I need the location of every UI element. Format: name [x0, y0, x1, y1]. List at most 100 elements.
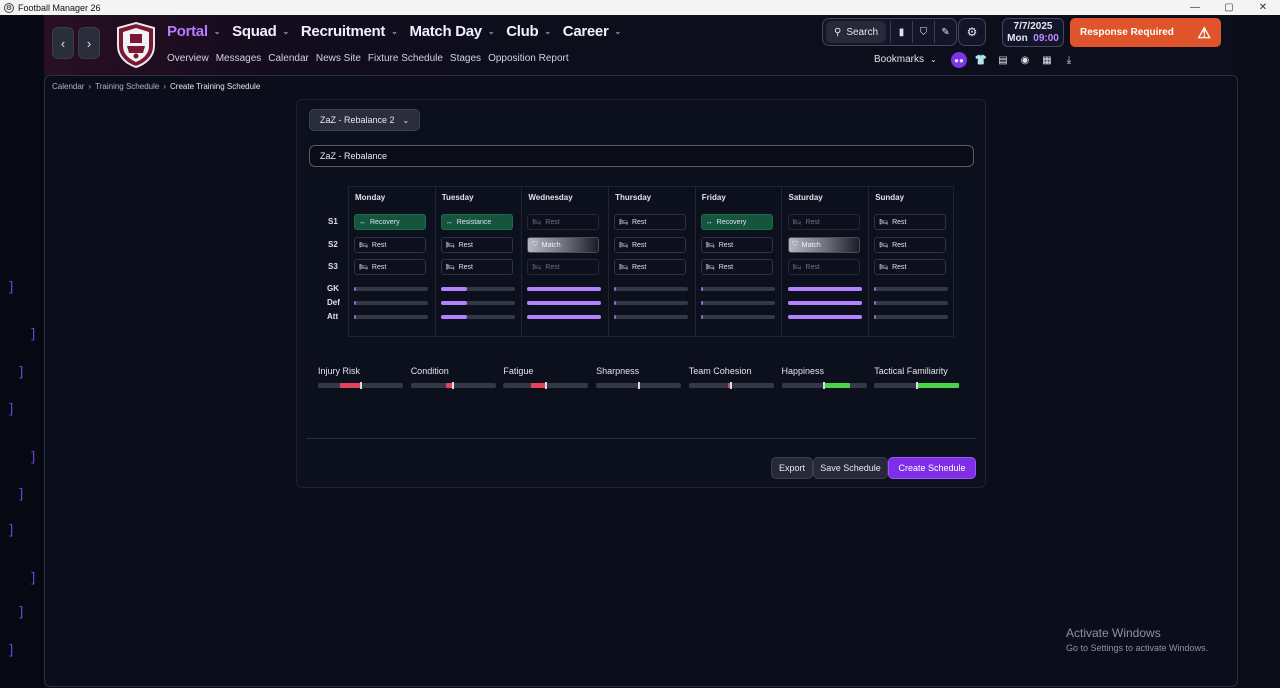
- day-label: Monday: [355, 193, 386, 202]
- session-slot[interactable]: 🛏 Rest: [787, 259, 860, 275]
- maximize-icon[interactable]: ▢: [1212, 2, 1246, 13]
- load-bar: [787, 301, 862, 305]
- session-slot[interactable]: 🛏 Rest: [700, 237, 773, 253]
- session-label: Rest: [631, 263, 647, 271]
- session-slot[interactable]: ↔ Recovery: [354, 214, 426, 230]
- chat-icon[interactable]: ●●: [951, 52, 967, 68]
- clipboard-icon[interactable]: ▤: [995, 52, 1011, 68]
- session-slot[interactable]: ↔ Resistance: [440, 214, 513, 230]
- bookmarks-dropdown[interactable]: Bookmarks ⌄: [874, 54, 937, 65]
- subnav-overview[interactable]: Overview: [167, 53, 209, 64]
- breadcrumb-calendar[interactable]: Calendar: [52, 82, 84, 91]
- session-label: Rest: [892, 241, 907, 249]
- calendar-icon[interactable]: ▦: [1039, 52, 1055, 68]
- date-time-button[interactable]: 7/7/2025 Mon 09:00: [1002, 18, 1064, 47]
- session-slot[interactable]: 🛏 Rest: [700, 259, 773, 275]
- nav-squad[interactable]: Squad ⌄: [232, 23, 289, 40]
- search-button[interactable]: ⚲ Search: [826, 21, 887, 43]
- session-slot[interactable]: 🛏 Rest: [354, 237, 426, 253]
- download-icon[interactable]: ⤓: [1061, 52, 1077, 68]
- breadcrumb-training-schedule[interactable]: Training Schedule: [95, 82, 159, 91]
- search-icon: ⚲: [834, 26, 842, 38]
- metric-tactical-familiarity: Tactical Familiarity: [874, 366, 960, 389]
- shield-icon[interactable]: ⛉: [912, 21, 934, 43]
- subnav-fixture-schedule[interactable]: Fixture Schedule: [368, 53, 443, 64]
- nav-career[interactable]: Career ⌄: [563, 23, 621, 40]
- day-column-saturday: Saturday 🛏 Rest ⛉ Match 🛏 Rest: [783, 187, 870, 336]
- session-slot[interactable]: 🛏 Rest: [527, 259, 600, 275]
- day-column-friday: Friday ↔ Recovery 🛏 Rest 🛏 Rest: [696, 187, 783, 336]
- club-crest-icon[interactable]: [116, 22, 156, 68]
- session-slot[interactable]: 🛏 Rest: [874, 259, 947, 275]
- deco-bracket: ]: [8, 402, 14, 418]
- unit-row-label: GK: [327, 284, 339, 293]
- metric-fill: [916, 383, 960, 388]
- session-slot[interactable]: 🛏 Rest: [874, 214, 947, 230]
- session-slot[interactable]: 🛏 Rest: [614, 259, 687, 275]
- metric-fill: [531, 383, 546, 388]
- bed-icon: 🛏: [705, 242, 715, 249]
- load-bar-fill: [700, 301, 704, 305]
- deco-bracket: ]: [8, 280, 14, 296]
- export-button[interactable]: Export: [771, 457, 813, 479]
- subnav-news-site[interactable]: News Site: [316, 53, 361, 64]
- response-required-button[interactable]: Response Required ⚠: [1070, 18, 1221, 47]
- bed-icon: 🛏: [619, 242, 628, 249]
- whistle-icon[interactable]: ◉: [1017, 52, 1033, 68]
- session-slot[interactable]: 🛏 Rest: [614, 214, 687, 230]
- nav-match-day[interactable]: Match Day ⌄: [410, 23, 495, 40]
- metric-team-cohesion: Team Cohesion: [688, 366, 774, 389]
- subnav-opposition-report[interactable]: Opposition Report: [488, 53, 569, 64]
- nav-club[interactable]: Club ⌄: [506, 23, 551, 40]
- load-bar: [874, 287, 949, 291]
- chevron-down-icon: ⌄: [544, 27, 551, 36]
- session-slot[interactable]: 🛏 Rest: [440, 259, 513, 275]
- session-slot[interactable]: ⛉ Match: [787, 237, 860, 253]
- windows-activation-watermark: Activate Windows Go to Settings to activ…: [1066, 626, 1209, 653]
- metric-track: [503, 382, 589, 389]
- match-shield-icon: ⛉: [532, 241, 538, 248]
- load-bar: [440, 315, 515, 319]
- load-bar: [354, 301, 428, 305]
- subnav-calendar[interactable]: Calendar: [268, 53, 309, 64]
- metric-baseline-marker: [637, 382, 640, 389]
- nav-portal[interactable]: Portal ⌄: [167, 23, 220, 40]
- subnav-messages[interactable]: Messages: [216, 53, 262, 64]
- forward-button[interactable]: ›: [78, 27, 100, 59]
- minimize-icon[interactable]: —: [1178, 2, 1212, 13]
- save-schedule-button[interactable]: Save Schedule: [813, 457, 888, 479]
- session-slot[interactable]: 🛏 Rest: [874, 237, 947, 253]
- session-slot[interactable]: 🛏 Rest: [354, 259, 426, 275]
- metric-injury-risk: Injury Risk: [318, 366, 403, 389]
- load-bar-fill: [874, 301, 877, 305]
- schedule-name-input[interactable]: ZaZ - Rebalance: [309, 145, 974, 167]
- session-slot[interactable]: 🛏 Rest: [787, 214, 860, 230]
- metric-sharpness: Sharpness: [596, 366, 682, 389]
- session-slot[interactable]: 🛏 Rest: [614, 237, 687, 253]
- session-slot[interactable]: ⛉ Match: [527, 237, 600, 253]
- notebook-icon[interactable]: ▮: [890, 21, 912, 43]
- gear-icon[interactable]: ⚙: [958, 18, 986, 46]
- session-slot[interactable]: 🛏 Rest: [440, 237, 513, 253]
- close-icon[interactable]: ✕: [1246, 2, 1280, 13]
- shirt-icon[interactable]: 👕: [973, 52, 989, 68]
- create-schedule-button[interactable]: Create Schedule: [888, 457, 976, 479]
- session-slot[interactable]: ↔ Recovery: [700, 214, 773, 230]
- back-button[interactable]: ‹: [52, 27, 74, 59]
- subnav-stages[interactable]: Stages: [450, 53, 481, 64]
- deco-bracket: ]: [8, 523, 14, 539]
- unit-row-label: Def: [327, 298, 340, 307]
- metric-track: [318, 382, 403, 389]
- session-slot[interactable]: 🛏 Rest: [527, 214, 600, 230]
- pen-icon[interactable]: ✎: [934, 21, 956, 43]
- session-label: Rest: [718, 241, 734, 249]
- load-bar-fill: [874, 315, 877, 319]
- preset-dropdown[interactable]: ZaZ - Rebalance 2 ⌄: [309, 109, 421, 131]
- window-controls: — ▢ ✕: [1178, 2, 1280, 13]
- warning-icon: ⚠: [1197, 24, 1211, 42]
- deco-bracket: ]: [18, 487, 24, 503]
- bookmark-icons: ●● 👕 ▤ ◉ ▦ ⤓: [951, 52, 1077, 68]
- load-bar-fill: [440, 315, 468, 319]
- metric-label: Injury Risk: [318, 366, 361, 376]
- nav-recruitment[interactable]: Recruitment ⌄: [301, 23, 398, 40]
